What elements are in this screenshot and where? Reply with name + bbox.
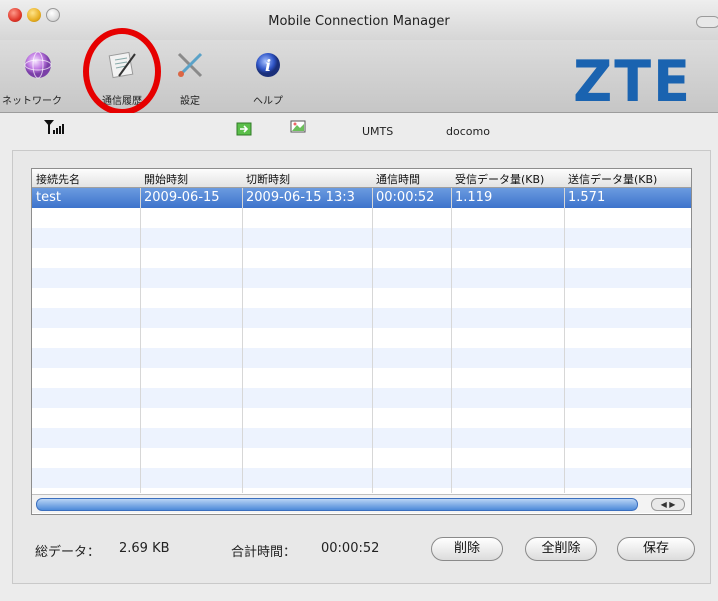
cell-end-time: 2009-06-15 13:3 (246, 190, 355, 205)
network-icon (21, 48, 55, 82)
col-header-duration[interactable]: 通信時間 (376, 171, 420, 187)
table-row-empty (32, 468, 691, 488)
highlight-circle (83, 28, 161, 115)
help-toolbar-button[interactable]: i ヘルプ (248, 48, 288, 107)
svg-text:i: i (265, 56, 271, 75)
history-table[interactable]: 接続先名 開始時刻 切断時刻 通信時間 受信データ量(KB) 送信データ量(KB… (31, 168, 692, 515)
signal-strength-icon (42, 119, 68, 139)
window-title: Mobile Connection Manager (268, 14, 450, 29)
total-time-label: 合計時間： (231, 545, 297, 560)
col-header-end-time[interactable]: 切断時刻 (246, 171, 290, 187)
status-bar: UMTS docomo (0, 113, 718, 147)
brand-logo: ZTE (573, 48, 692, 115)
carrier-name: docomo (446, 125, 490, 138)
col-header-start-time[interactable]: 開始時刻 (144, 171, 188, 187)
toolbar-toggle-button[interactable] (696, 16, 718, 28)
help-label: ヘルプ (253, 96, 283, 107)
app-window: Mobile Connection Manager ネットワーク 通信履歴 設定… (0, 0, 718, 601)
column-divider (564, 188, 565, 493)
delete-all-button[interactable]: 全削除 (525, 537, 597, 561)
settings-tools-icon (173, 48, 207, 82)
network-label: ネットワーク (2, 96, 62, 107)
settings-label: 設定 (180, 96, 200, 107)
settings-toolbar-button[interactable]: 設定 (170, 48, 210, 107)
connection-status-icon (236, 121, 252, 140)
cell-start-time: 2009-06-15 (144, 190, 220, 205)
total-data-value: 2.69 KB (119, 541, 170, 556)
table-row-empty (32, 308, 691, 328)
column-divider (372, 188, 373, 493)
column-divider (451, 188, 452, 493)
delete-button[interactable]: 削除 (431, 537, 503, 561)
column-divider (242, 188, 243, 493)
save-button[interactable]: 保存 (617, 537, 695, 561)
column-divider (140, 188, 141, 493)
info-icon: i (251, 48, 285, 82)
total-time-value: 00:00:52 (321, 541, 380, 556)
scrollbar-thumb[interactable] (36, 498, 638, 511)
table-body: test 2009-06-15 2009-06-15 13:3 00:00:52… (32, 188, 691, 493)
table-row-empty (32, 388, 691, 408)
network-type: UMTS (362, 125, 394, 138)
history-panel: 接続先名 開始時刻 切断時刻 通信時間 受信データ量(KB) 送信データ量(KB… (12, 150, 711, 584)
sms-status-icon (290, 119, 306, 138)
table-row-empty (32, 268, 691, 288)
table-row-empty (32, 228, 691, 248)
cell-received: 1.119 (455, 190, 493, 205)
table-header: 接続先名 開始時刻 切断時刻 通信時間 受信データ量(KB) 送信データ量(KB… (32, 169, 691, 188)
col-header-connection-name[interactable]: 接続先名 (36, 171, 80, 187)
cell-connection-name: test (36, 190, 61, 205)
cell-duration: 00:00:52 (376, 190, 435, 205)
cell-sent: 1.571 (568, 190, 606, 205)
table-row-empty (32, 348, 691, 368)
table-row[interactable]: test 2009-06-15 2009-06-15 13:3 00:00:52… (32, 188, 691, 208)
col-header-sent[interactable]: 送信データ量(KB) (568, 171, 657, 187)
total-data-label: 総データ： (35, 545, 101, 560)
horizontal-scrollbar[interactable]: ◀ ▶ (32, 494, 691, 513)
network-toolbar-button[interactable]: ネットワーク (2, 48, 64, 107)
scroll-arrows[interactable]: ◀ ▶ (651, 498, 685, 511)
col-header-received[interactable]: 受信データ量(KB) (455, 171, 544, 187)
table-row-empty (32, 428, 691, 448)
